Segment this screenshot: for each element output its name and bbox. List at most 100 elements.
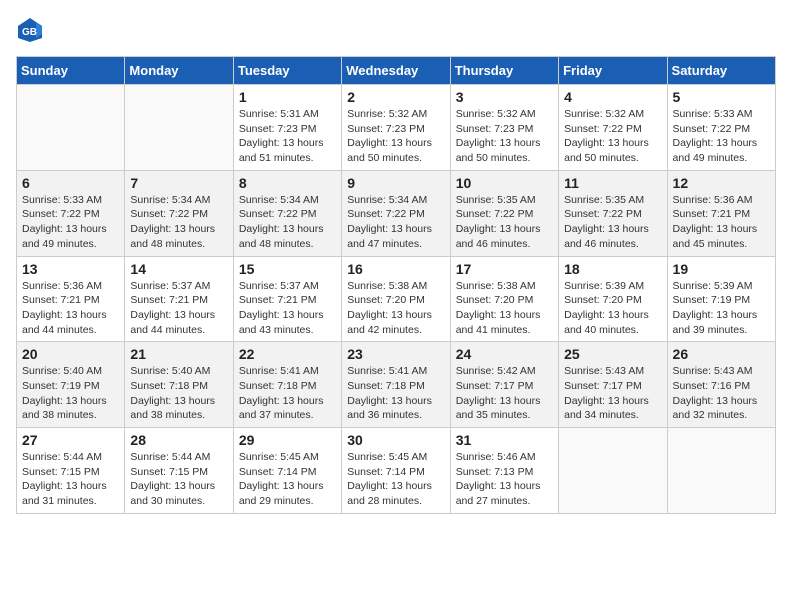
day-info: Sunrise: 5:38 AM Sunset: 7:20 PM Dayligh…	[347, 279, 444, 338]
day-number: 1	[239, 89, 336, 105]
calendar-day-cell: 3Sunrise: 5:32 AM Sunset: 7:23 PM Daylig…	[450, 85, 558, 171]
day-info: Sunrise: 5:45 AM Sunset: 7:14 PM Dayligh…	[239, 450, 336, 509]
calendar-day-cell: 20 Sunrise: 5:40 AM Sunset: 7:19 PM Dayli…	[17, 342, 125, 428]
calendar-day-cell	[125, 85, 233, 171]
day-info: Sunrise: 5:43 AM Sunset: 7:16 PM Dayligh…	[673, 364, 770, 423]
calendar-day-cell: 19Sunrise: 5:39 AM Sunset: 7:19 PM Dayli…	[667, 256, 775, 342]
day-info: Sunrise: 5:36 AM Sunset: 7:21 PM Dayligh…	[22, 279, 119, 338]
day-info: Sunrise: 5:41 AM Sunset: 7:18 PM Dayligh…	[347, 364, 444, 423]
calendar-header-row: SundayMondayTuesdayWednesdayThursdayFrid…	[17, 57, 776, 85]
day-number: 6	[22, 175, 119, 191]
calendar-day-cell: 26 Sunrise: 5:43 AM Sunset: 7:16 PM Dayli…	[667, 342, 775, 428]
weekday-header: Sunday	[17, 57, 125, 85]
day-number: 29	[239, 432, 336, 448]
day-number: 4	[564, 89, 661, 105]
day-info: Sunrise: 5:37 AM Sunset: 7:21 PM Dayligh…	[130, 279, 227, 338]
calendar-day-cell: 12 Sunrise: 5:36 AM Sunset: 7:21 PM Dayli…	[667, 170, 775, 256]
day-number: 22	[239, 346, 336, 362]
calendar-day-cell	[17, 85, 125, 171]
weekday-header: Saturday	[667, 57, 775, 85]
day-info: Sunrise: 5:42 AM Sunset: 7:17 PM Dayligh…	[456, 364, 553, 423]
day-number: 18	[564, 261, 661, 277]
day-number: 15	[239, 261, 336, 277]
calendar-week-row: 1 Sunrise: 5:31 AM Sunset: 7:23 PM Daylig…	[17, 85, 776, 171]
day-number: 5	[673, 89, 770, 105]
calendar-week-row: 13 Sunrise: 5:36 AM Sunset: 7:21 PM Dayli…	[17, 256, 776, 342]
calendar-day-cell: 31 Sunrise: 5:46 AM Sunset: 7:13 PM Dayli…	[450, 428, 558, 514]
calendar-day-cell: 16 Sunrise: 5:38 AM Sunset: 7:20 PM Dayli…	[342, 256, 450, 342]
day-number: 9	[347, 175, 444, 191]
day-info: Sunrise: 5:32 AM Sunset: 7:23 PM Dayligh…	[456, 107, 553, 166]
weekday-header: Tuesday	[233, 57, 341, 85]
day-info: Sunrise: 5:33 AM Sunset: 7:22 PM Dayligh…	[673, 107, 770, 166]
day-number: 16	[347, 261, 444, 277]
day-number: 26	[673, 346, 770, 362]
calendar-day-cell: 21 Sunrise: 5:40 AM Sunset: 7:18 PM Dayli…	[125, 342, 233, 428]
calendar-table: SundayMondayTuesdayWednesdayThursdayFrid…	[16, 56, 776, 514]
calendar-day-cell: 8 Sunrise: 5:34 AM Sunset: 7:22 PM Daylig…	[233, 170, 341, 256]
calendar-day-cell	[559, 428, 667, 514]
calendar-day-cell: 17 Sunrise: 5:38 AM Sunset: 7:20 PM Dayli…	[450, 256, 558, 342]
day-number: 8	[239, 175, 336, 191]
day-info: Sunrise: 5:34 AM Sunset: 7:22 PM Dayligh…	[239, 193, 336, 252]
day-number: 21	[130, 346, 227, 362]
day-number: 10	[456, 175, 553, 191]
day-info: Sunrise: 5:35 AM Sunset: 7:22 PM Dayligh…	[564, 193, 661, 252]
day-number: 14	[130, 261, 227, 277]
calendar-day-cell: 29 Sunrise: 5:45 AM Sunset: 7:14 PM Dayli…	[233, 428, 341, 514]
calendar-day-cell: 11 Sunrise: 5:35 AM Sunset: 7:22 PM Dayli…	[559, 170, 667, 256]
calendar-day-cell: 15 Sunrise: 5:37 AM Sunset: 7:21 PM Dayli…	[233, 256, 341, 342]
calendar-day-cell: 25 Sunrise: 5:43 AM Sunset: 7:17 PM Dayli…	[559, 342, 667, 428]
day-info: Sunrise: 5:40 AM Sunset: 7:19 PM Dayligh…	[22, 364, 119, 423]
svg-text:GB: GB	[22, 27, 37, 38]
day-info: Sunrise: 5:46 AM Sunset: 7:13 PM Dayligh…	[456, 450, 553, 509]
day-info: Sunrise: 5:31 AM Sunset: 7:23 PM Dayligh…	[239, 107, 336, 166]
day-number: 27	[22, 432, 119, 448]
day-info: Sunrise: 5:36 AM Sunset: 7:21 PM Dayligh…	[673, 193, 770, 252]
day-info: Sunrise: 5:38 AM Sunset: 7:20 PM Dayligh…	[456, 279, 553, 338]
day-info: Sunrise: 5:44 AM Sunset: 7:15 PM Dayligh…	[130, 450, 227, 509]
calendar-day-cell: 1 Sunrise: 5:31 AM Sunset: 7:23 PM Daylig…	[233, 85, 341, 171]
day-number: 23	[347, 346, 444, 362]
day-number: 11	[564, 175, 661, 191]
day-number: 25	[564, 346, 661, 362]
day-info: Sunrise: 5:43 AM Sunset: 7:17 PM Dayligh…	[564, 364, 661, 423]
weekday-header: Monday	[125, 57, 233, 85]
day-number: 31	[456, 432, 553, 448]
day-info: Sunrise: 5:40 AM Sunset: 7:18 PM Dayligh…	[130, 364, 227, 423]
day-info: Sunrise: 5:45 AM Sunset: 7:14 PM Dayligh…	[347, 450, 444, 509]
day-number: 17	[456, 261, 553, 277]
calendar-day-cell: 28 Sunrise: 5:44 AM Sunset: 7:15 PM Dayli…	[125, 428, 233, 514]
day-info: Sunrise: 5:39 AM Sunset: 7:20 PM Dayligh…	[564, 279, 661, 338]
calendar-day-cell: 4 Sunrise: 5:32 AM Sunset: 7:22 PM Daylig…	[559, 85, 667, 171]
day-number: 7	[130, 175, 227, 191]
calendar-week-row: 27 Sunrise: 5:44 AM Sunset: 7:15 PM Dayli…	[17, 428, 776, 514]
logo: GB	[16, 16, 46, 44]
calendar-day-cell: 22 Sunrise: 5:41 AM Sunset: 7:18 PM Dayli…	[233, 342, 341, 428]
calendar-day-cell: 7Sunrise: 5:34 AM Sunset: 7:22 PM Daylig…	[125, 170, 233, 256]
page-header: GB	[16, 16, 776, 44]
day-info: Sunrise: 5:39 AM Sunset: 7:19 PM Dayligh…	[673, 279, 770, 338]
day-info: Sunrise: 5:41 AM Sunset: 7:18 PM Dayligh…	[239, 364, 336, 423]
day-info: Sunrise: 5:37 AM Sunset: 7:21 PM Dayligh…	[239, 279, 336, 338]
day-number: 28	[130, 432, 227, 448]
day-info: Sunrise: 5:33 AM Sunset: 7:22 PM Dayligh…	[22, 193, 119, 252]
day-info: Sunrise: 5:32 AM Sunset: 7:22 PM Dayligh…	[564, 107, 661, 166]
logo-icon: GB	[16, 16, 44, 44]
day-number: 20	[22, 346, 119, 362]
weekday-header: Friday	[559, 57, 667, 85]
calendar-week-row: 20 Sunrise: 5:40 AM Sunset: 7:19 PM Dayli…	[17, 342, 776, 428]
calendar-day-cell: 10 Sunrise: 5:35 AM Sunset: 7:22 PM Dayli…	[450, 170, 558, 256]
day-number: 2	[347, 89, 444, 105]
day-info: Sunrise: 5:35 AM Sunset: 7:22 PM Dayligh…	[456, 193, 553, 252]
calendar-day-cell: 18 Sunrise: 5:39 AM Sunset: 7:20 PM Dayli…	[559, 256, 667, 342]
weekday-header: Thursday	[450, 57, 558, 85]
calendar-week-row: 6 Sunrise: 5:33 AM Sunset: 7:22 PM Daylig…	[17, 170, 776, 256]
day-number: 13	[22, 261, 119, 277]
calendar-day-cell: 2Sunrise: 5:32 AM Sunset: 7:23 PM Daylig…	[342, 85, 450, 171]
weekday-header: Wednesday	[342, 57, 450, 85]
day-number: 12	[673, 175, 770, 191]
calendar-day-cell: 30Sunrise: 5:45 AM Sunset: 7:14 PM Dayli…	[342, 428, 450, 514]
calendar-day-cell: 14 Sunrise: 5:37 AM Sunset: 7:21 PM Dayli…	[125, 256, 233, 342]
calendar-day-cell: 13 Sunrise: 5:36 AM Sunset: 7:21 PM Dayli…	[17, 256, 125, 342]
